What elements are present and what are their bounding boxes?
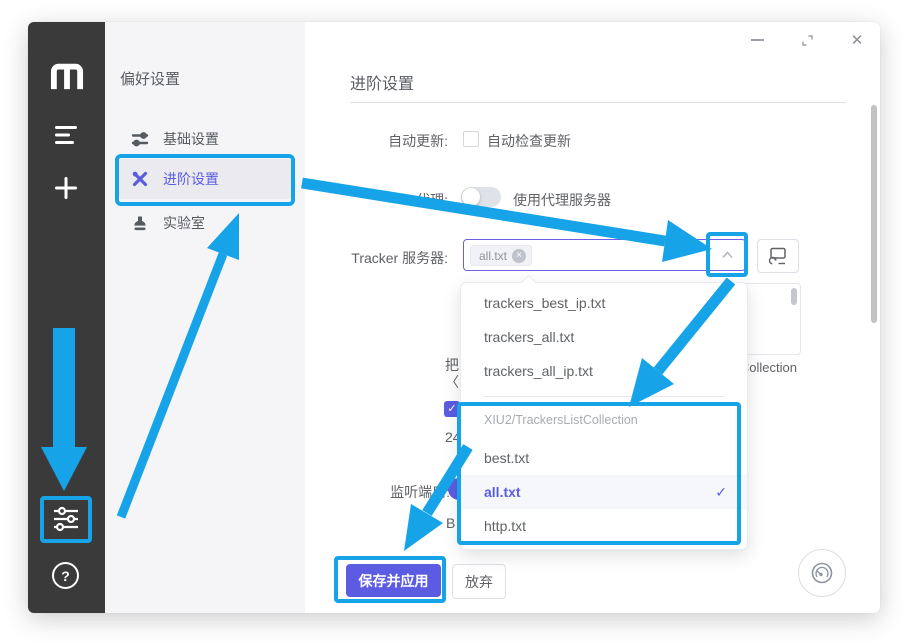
minimize-icon	[751, 39, 764, 41]
listen-port-label: 监听端口:	[330, 482, 450, 502]
auto-update-label: 自动更新:	[328, 131, 448, 151]
tracker-label: Tracker 服务器:	[328, 248, 448, 268]
check-icon: ✓	[715, 475, 727, 509]
title-divider	[350, 102, 846, 103]
selected-tag: all.txt ×	[470, 245, 532, 266]
nav-item-label: 基础设置	[163, 129, 219, 149]
minimize-button[interactable]	[746, 30, 768, 50]
nav-item-label: 进阶设置	[163, 169, 219, 189]
nav-title: 偏好设置	[120, 68, 180, 89]
page-title: 进阶设置	[350, 70, 414, 94]
tracker-select[interactable]: all.txt ×	[463, 239, 746, 271]
auto-update-checkbox-label: 自动检查更新	[487, 131, 571, 151]
dropdown-group-label: XIU2/TrackersListCollection	[484, 413, 638, 427]
screenshot-root: ? 偏好设置 基础设置 进阶设置	[0, 0, 906, 643]
task-list-icon[interactable]	[54, 124, 78, 146]
stamp-icon	[131, 214, 149, 232]
dropdown-option[interactable]: best.txt	[461, 441, 747, 475]
sync-interval-fragment: 24	[445, 429, 459, 445]
proxy-toggle[interactable]	[461, 187, 501, 207]
tools-icon	[131, 170, 149, 188]
preferences-window: ? 偏好设置 基础设置 进阶设置	[28, 22, 880, 613]
close-button[interactable]: ✕	[846, 30, 868, 50]
nav-item-label: 实验室	[163, 213, 205, 233]
dropdown-divider	[484, 396, 724, 397]
dropdown-option[interactable]: http.txt	[461, 509, 747, 543]
dropdown-option[interactable]: trackers_all_ip.txt	[461, 354, 747, 388]
speedometer-icon	[809, 560, 835, 586]
tag-remove-icon[interactable]: ×	[512, 249, 526, 263]
preferences-nav: 偏好设置 基础设置 进阶设置	[105, 22, 305, 613]
maximize-icon	[801, 34, 814, 47]
nav-item-lab[interactable]: 实验室	[119, 203, 291, 243]
sync-tracker-button[interactable]	[757, 239, 799, 273]
auto-update-checkbox[interactable]	[463, 131, 479, 147]
dropdown-option-label: all.txt	[484, 484, 521, 500]
sync-icon	[768, 247, 788, 266]
dropdown-option-selected[interactable]: all.txt ✓	[461, 475, 747, 509]
help-glyph: ?	[61, 568, 70, 584]
settings-sliders-icon[interactable]	[52, 506, 80, 532]
discard-button[interactable]: 放弃	[452, 564, 506, 599]
nav-item-advanced-settings[interactable]: 进阶设置	[119, 159, 291, 199]
save-apply-button[interactable]: 保存并应用	[346, 564, 441, 597]
dropdown-option[interactable]: trackers_all.txt	[461, 320, 747, 354]
textarea-scrollbar-thumb[interactable]	[791, 288, 797, 305]
scrollbar-thumb[interactable]	[871, 105, 877, 323]
close-icon: ✕	[851, 31, 864, 49]
hint-text-fragment: 〈	[445, 372, 460, 392]
nav-item-basic-settings[interactable]: 基础设置	[119, 119, 291, 159]
auto-sync-checkbox[interactable]: ✓	[444, 401, 460, 417]
toggles-icon	[131, 130, 149, 148]
tracker-dropdown: trackers_best_ip.txt trackers_all.txt tr…	[460, 282, 748, 550]
dropdown-option[interactable]: trackers_best_ip.txt	[461, 286, 747, 320]
add-task-icon[interactable]	[53, 175, 79, 201]
chevron-up-icon[interactable]	[722, 251, 733, 259]
help-icon[interactable]: ?	[52, 562, 79, 589]
proxy-label: 代理:	[328, 190, 448, 210]
proxy-toggle-label: 使用代理服务器	[513, 190, 611, 210]
bt-text-fragment: B	[446, 515, 459, 531]
speed-limit-button[interactable]	[798, 549, 846, 597]
toggle-knob	[462, 188, 480, 206]
app-sidebar: ?	[28, 22, 105, 613]
selected-tag-label: all.txt	[479, 249, 507, 263]
maximize-button[interactable]	[796, 30, 818, 50]
motrix-logo-icon	[47, 60, 87, 92]
